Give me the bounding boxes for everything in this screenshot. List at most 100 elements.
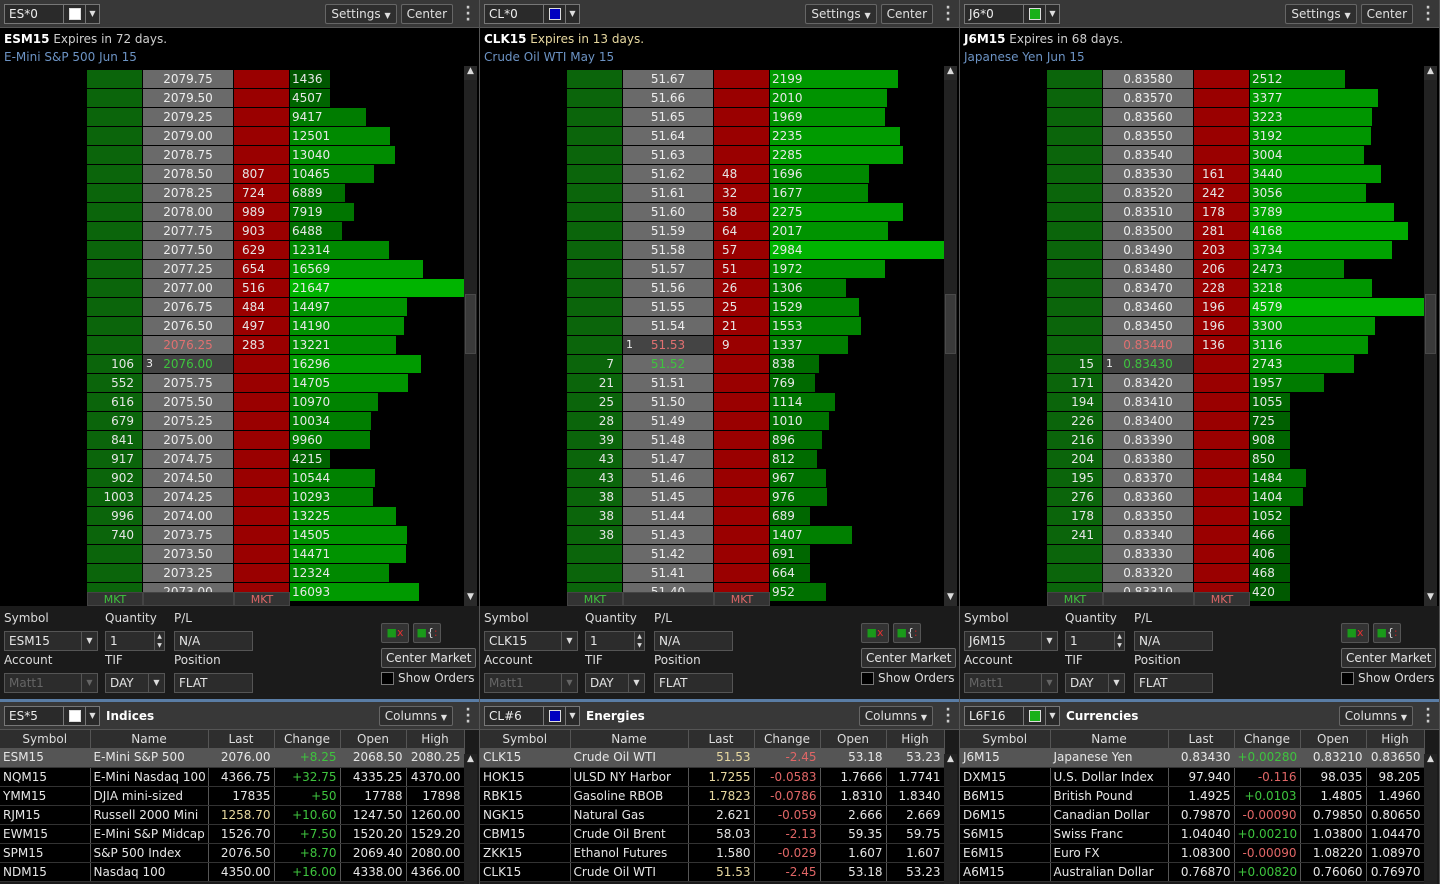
column-header-change[interactable]: Change (274, 730, 341, 748)
bid-size-cell[interactable] (87, 317, 142, 335)
ask-size-cell[interactable] (1194, 469, 1249, 487)
ask-size-cell[interactable] (714, 146, 769, 164)
ask-size-cell[interactable] (1194, 488, 1249, 506)
watchlist-row[interactable]: NDM15 Nasdaq 100 4350.00 +16.00 4338.00 4366.… (0, 862, 465, 882)
ask-size-cell[interactable] (1194, 545, 1249, 563)
column-header-open[interactable]: Open (1300, 730, 1367, 748)
ask-size-cell[interactable] (234, 488, 289, 506)
bid-size-cell[interactable] (87, 279, 142, 297)
ask-size-cell[interactable]: 283 (234, 336, 289, 354)
ask-size-cell[interactable]: 26 (714, 279, 769, 297)
bid-size-cell[interactable] (87, 298, 142, 316)
ask-size-cell[interactable]: 807 (234, 165, 289, 183)
account-select[interactable]: Matt1 ▼ (964, 673, 1058, 693)
watchlist-row[interactable]: A6M15 Australian Dollar 0.76870 +0.00820 0.7… (960, 862, 1425, 882)
chevron-down-icon[interactable]: ▼ (86, 3, 100, 24)
bid-size-cell[interactable] (1047, 336, 1102, 354)
bid-size-cell[interactable] (567, 260, 622, 278)
bid-size-cell[interactable]: 43 (567, 469, 622, 487)
bid-size-cell[interactable] (567, 545, 622, 563)
ask-size-cell[interactable]: 48 (714, 165, 769, 183)
ask-size-cell[interactable] (1194, 355, 1249, 373)
column-header-last[interactable]: Last (688, 730, 755, 748)
column-header-name[interactable]: Name (570, 730, 689, 748)
bid-size-cell[interactable] (1047, 127, 1102, 145)
ask-size-cell[interactable]: 64 (714, 222, 769, 240)
scroll-thumb[interactable] (945, 294, 956, 354)
bid-size-cell[interactable] (1047, 89, 1102, 107)
watchlist-row[interactable]: RBK15 Gasoline RBOB 1.7823 -0.0786 1.8310 1.8… (480, 786, 945, 806)
ask-size-cell[interactable]: 136 (1194, 336, 1249, 354)
ask-size-cell[interactable]: 57 (714, 241, 769, 259)
ask-size-cell[interactable] (714, 469, 769, 487)
bid-size-cell[interactable] (567, 184, 622, 202)
settings-button[interactable]: Settings ▼ (805, 3, 877, 24)
watchlist-row[interactable]: CBM15 Crude Oil Brent 58.03 -2.13 59.35 59.75 (480, 824, 945, 844)
more-menu-icon[interactable]: · · · (941, 1, 955, 27)
bid-size-cell[interactable] (87, 564, 142, 582)
column-header-change[interactable]: Change (1234, 730, 1301, 748)
ask-size-cell[interactable]: 21 (714, 317, 769, 335)
tif-select[interactable]: DAY ▼ (105, 673, 165, 693)
scroll-down-icon[interactable]: ▼ (464, 592, 477, 606)
ask-size-cell[interactable]: 654 (234, 260, 289, 278)
watchlist-symbol-input[interactable]: CL#6 (484, 705, 544, 726)
bid-size-cell[interactable]: 39 (567, 431, 622, 449)
ask-size-cell[interactable] (714, 507, 769, 525)
bid-size-cell[interactable] (567, 165, 622, 183)
scroll-up-icon[interactable]: ▲ (464, 66, 477, 80)
bid-size-cell[interactable]: 25 (567, 393, 622, 411)
bid-size-cell[interactable]: 216 (1047, 431, 1102, 449)
ladder-scrollbar[interactable]: ▲ ▼ (464, 66, 477, 606)
bid-size-cell[interactable] (567, 203, 622, 221)
ask-size-cell[interactable] (234, 450, 289, 468)
quantity-stepper[interactable]: 1 ▲ ▼ (105, 631, 165, 651)
ask-size-cell[interactable]: 989 (234, 203, 289, 221)
bid-size-cell[interactable]: 204 (1047, 450, 1102, 468)
bid-size-cell[interactable] (567, 70, 622, 88)
market-buy-button[interactable]: MKT (567, 592, 623, 606)
ask-size-cell[interactable] (234, 355, 289, 373)
ask-size-cell[interactable]: 629 (234, 241, 289, 259)
bid-size-cell[interactable] (567, 108, 622, 126)
bid-size-cell[interactable]: 552 (87, 374, 142, 392)
bid-size-cell[interactable]: 15 (1047, 355, 1102, 373)
bid-size-cell[interactable] (87, 165, 142, 183)
bid-size-cell[interactable] (87, 222, 142, 240)
bid-size-cell[interactable] (87, 241, 142, 259)
bid-size-cell[interactable]: 178 (1047, 507, 1102, 525)
spinner-arrows-icon[interactable]: ▲ ▼ (154, 632, 164, 650)
ask-size-cell[interactable]: 32 (714, 184, 769, 202)
ask-size-cell[interactable] (234, 526, 289, 544)
bracket-order-button[interactable]: ■{: (893, 623, 921, 643)
bid-size-cell[interactable] (1047, 108, 1102, 126)
ladder-symbol-input[interactable]: J6*0 (964, 3, 1024, 24)
bid-size-cell[interactable] (1047, 298, 1102, 316)
bid-size-cell[interactable]: 38 (567, 507, 622, 525)
ask-size-cell[interactable]: 58 (714, 203, 769, 221)
order-symbol-select[interactable]: CLK15 ▼ (484, 631, 578, 651)
watchlist-row[interactable]: ESM15 E-Mini S&P 500 2076.00 +8.25 2068.50 20… (0, 748, 465, 768)
ask-size-cell[interactable]: 724 (234, 184, 289, 202)
columns-button[interactable]: Columns ▼ (378, 705, 453, 726)
ask-size-cell[interactable]: 203 (1194, 241, 1249, 259)
ask-size-cell[interactable] (1194, 450, 1249, 468)
bid-size-cell[interactable] (87, 545, 142, 563)
bid-size-cell[interactable]: 195 (1047, 469, 1102, 487)
bid-size-cell[interactable] (1047, 260, 1102, 278)
chevron-down-icon[interactable]: ▼ (566, 705, 580, 726)
market-buy-button[interactable]: MKT (1047, 592, 1103, 606)
scroll-up-icon[interactable]: ▲ (944, 66, 957, 80)
link-color-picker[interactable] (64, 3, 86, 24)
watchlist-row[interactable]: YMM15 DJIA mini-sized 17835 +50 17788 17898 (0, 786, 465, 806)
ask-size-cell[interactable] (1194, 89, 1249, 107)
show-orders-checkbox[interactable] (1341, 672, 1354, 685)
watchlist-row[interactable]: SPM15 S&P 500 Index 2076.50 +8.70 2069.40 208… (0, 843, 465, 863)
ask-size-cell[interactable] (234, 431, 289, 449)
bid-size-cell[interactable] (567, 222, 622, 240)
bid-size-cell[interactable] (87, 127, 142, 145)
watchlist-row[interactable]: DXM15 U.S. Dollar Index 97.940 -0.116 98.035… (960, 767, 1425, 787)
column-header-high[interactable]: High (1366, 730, 1425, 748)
ask-size-cell[interactable] (714, 355, 769, 373)
center-button[interactable]: Center (400, 3, 453, 24)
